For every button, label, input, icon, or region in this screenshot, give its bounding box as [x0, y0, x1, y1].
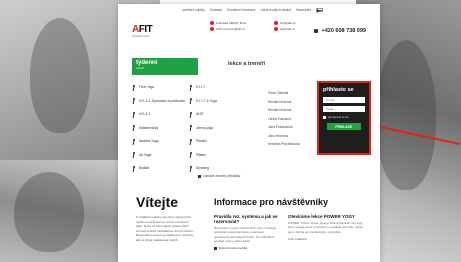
trainer-link[interactable]: Jana Potoučková: [268, 123, 300, 132]
exercise-icon: [189, 125, 193, 132]
website-card: uzdělání publiky Soustavi Kontaktní info…: [118, 4, 380, 262]
course-item-spacer: [246, 165, 300, 173]
course-item[interactable]: Jemná jóga: [189, 125, 243, 133]
logo-subtitle: Rychlejší cesta: [132, 35, 150, 38]
top-navigation: uzdělání publiky Soustavi Kontaktní info…: [182, 8, 324, 13]
course-item[interactable]: Flexi Yoga: [132, 84, 186, 92]
globe-icon: [274, 27, 278, 32]
trainer-link[interactable]: Lenka Kulovaná: [268, 115, 300, 124]
exercise-icon: [189, 111, 193, 119]
checkbox-icon[interactable]: [323, 115, 326, 119]
rules-more-link[interactable]: Zobrazit celá pravidla: [214, 246, 278, 250]
exercise-icon: [132, 152, 136, 159]
visitors-title: Informace pro návštěvníky: [214, 197, 329, 207]
course-item[interactable]: Spinning: [189, 165, 243, 173]
welcome-text: K vzdělání našeho cen tření sportovního …: [136, 215, 194, 242]
phone-icon: [314, 28, 319, 33]
trainer-link[interactable]: Renata Hrubová: [268, 98, 300, 107]
exercise-icon: [189, 98, 193, 105]
course-item[interactable]: H.I.I.T. & Yoga: [189, 98, 243, 106]
power-yoga-more-link[interactable]: Více o lekcích: [288, 237, 364, 241]
topnav-link[interactable]: Házenkáře: [296, 8, 311, 12]
rules-section: Pravidla rez. systému a jak se rezervova…: [214, 214, 278, 250]
email-field[interactable]: [323, 97, 365, 103]
exercise-icon: [132, 111, 136, 119]
at-icon: [274, 21, 278, 26]
password-field[interactable]: [323, 106, 365, 112]
course-item[interactable]: H.I.I.T.: [189, 84, 243, 92]
trainers-list: Pavel Zaleňák Renata Hrubová Renata Hrub…: [268, 89, 300, 149]
czech-flag-icon[interactable]: [316, 8, 324, 13]
mail-icon: [210, 27, 214, 32]
trainer-link[interactable]: Renata Hrubová: [268, 106, 300, 115]
course-item[interactable]: H.E.A.T.: [132, 111, 186, 119]
course-item[interactable]: Nadílca Yoga: [132, 138, 186, 146]
course-item[interactable]: AHIT: [189, 111, 243, 119]
topnav-link[interactable]: Kontaktní informace: [227, 8, 255, 12]
course-item[interactable]: H.E.A.T. Spinování a posilování: [132, 98, 186, 106]
remember-me-checkbox[interactable]: pamatovat si mě: [323, 115, 365, 119]
course-item[interactable]: Plavání: [189, 138, 243, 146]
exercise-icon: [132, 165, 136, 173]
exercise-icon: [132, 138, 136, 146]
weekly-schedule-header[interactable]: týdenní rozvrh: [132, 58, 198, 75]
show-all-link[interactable]: zobrazit všechny přihlášky: [198, 174, 240, 178]
power-yoga-section: Otevíráme lekce POWER YOGY POWER YOGA. P…: [288, 214, 364, 241]
login-title: přihlaste se: [323, 87, 354, 93]
exercise-icon: [189, 84, 193, 92]
welcome-title: Vítejte: [136, 194, 179, 210]
trainer-link[interactable]: Veronika Procházková: [268, 140, 300, 149]
exercise-icon: [189, 152, 193, 159]
power-yoga-title: Otevíráme lekce POWER YOGY: [288, 214, 355, 219]
contact-phone[interactable]: +420 608 738 099: [314, 28, 366, 34]
athlete-figure-bottom: [14, 172, 84, 252]
trainer-link[interactable]: Pavel Zaleňák: [268, 89, 300, 98]
login-button[interactable]: PŘIHLÁSIT: [327, 123, 361, 130]
afit-logo[interactable]: AFIT: [132, 24, 153, 35]
topnav-link[interactable]: uzdělání publiky: [182, 8, 205, 12]
contact-email: info@afit.cz www.afit.cz: [274, 20, 296, 32]
athlete-figure-left: [30, 18, 90, 133]
exercise-icon: [132, 84, 136, 92]
rules-text: Rezervační systém centra AFIT vám umožňu…: [214, 226, 277, 243]
course-item-spacer: [246, 152, 300, 160]
power-yoga-text: POWER YOGA. Power jóga je silně dynamick…: [288, 221, 363, 234]
contact-address: Sokolská 498/31, Brno AFIT centrum@afit.…: [210, 20, 246, 32]
location-icon: [210, 21, 214, 26]
courses-title: lekce a trenéři: [228, 61, 265, 67]
topnav-link[interactable]: Soustavi: [210, 8, 222, 12]
exercise-icon: [132, 98, 136, 105]
background-photo-bottom-left: [0, 160, 120, 262]
rules-title: Pravidla rez. systému a jak se rezervova…: [214, 214, 278, 224]
course-item[interactable]: Air Yoga: [132, 152, 186, 160]
course-item[interactable]: Pilates: [189, 152, 243, 160]
course-item[interactable]: Kalisthenický: [132, 125, 186, 133]
exercise-icon: [189, 165, 193, 173]
athlete-figure-right: [376, 40, 436, 190]
trainer-link[interactable]: Jana Hrubová: [268, 132, 300, 141]
exercise-icon: [132, 125, 136, 132]
login-panel: přihlaste se pamatovat si mě PŘIHLÁSIT: [317, 81, 371, 155]
topnav-link[interactable]: Ceník trvalých stánků: [260, 8, 290, 12]
course-item[interactable]: Bodilat: [132, 165, 186, 173]
exercise-icon: [189, 138, 193, 146]
